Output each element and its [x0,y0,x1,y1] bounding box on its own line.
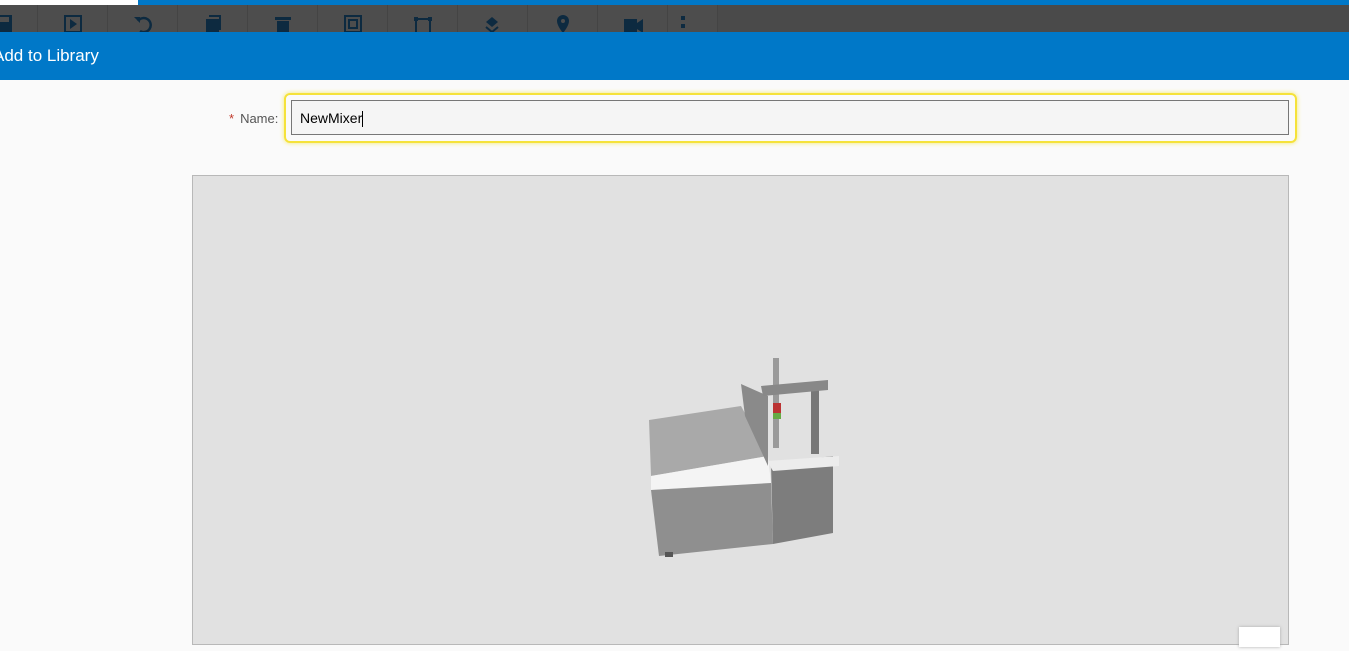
ungroup-button[interactable] [388,5,458,32]
location-button[interactable] [528,5,598,32]
ungroup-icon [413,17,432,32]
dialog-title: Add to Library [0,46,99,65]
undo-icon [133,16,152,32]
camera-reset-icon [623,19,643,32]
copy-button[interactable] [178,5,248,32]
group-button[interactable] [318,5,388,32]
save-button[interactable] [0,5,38,32]
toolbar [0,5,1349,32]
name-label: * Name: [229,111,279,126]
name-input[interactable]: NewMixer [291,100,1289,135]
layers-icon [484,17,499,32]
required-marker: * [229,111,235,126]
delete-icon [274,17,291,32]
location-pin-icon [556,15,569,32]
model-preview-viewport[interactable] [192,175,1289,645]
delete-button[interactable] [248,5,318,32]
mixer-model-image [649,358,839,557]
layers-button[interactable] [458,5,528,32]
play-icon [63,15,82,32]
more-button[interactable] [648,5,718,32]
more-vertical-icon [680,16,685,28]
play-button[interactable] [38,5,108,32]
group-icon [343,15,362,32]
viewport-control-button[interactable] [1239,627,1280,647]
undo-button[interactable] [108,5,178,32]
dialog-header: Add to Library [0,32,1349,80]
copy-icon [205,15,221,32]
save-icon [0,15,12,32]
